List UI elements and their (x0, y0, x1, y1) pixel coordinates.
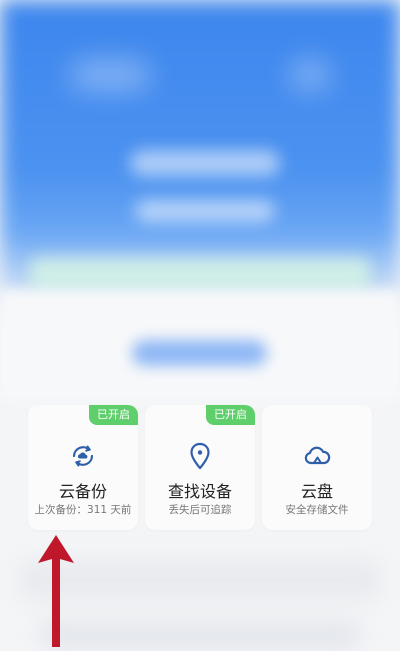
blurred-header-text (130, 150, 280, 176)
blurred-primary-button (132, 340, 267, 366)
find-device-card[interactable]: 已开启 查找设备 丢失后可追踪 (145, 405, 255, 530)
blurred-status-bar (30, 258, 370, 294)
card-subtitle: 安全存储文件 (285, 504, 349, 516)
cloud-sync-icon (68, 441, 98, 471)
cloud-drive-card[interactable]: 云盘 安全存储文件 (262, 405, 372, 530)
card-subtitle: 上次备份：311 天前 (34, 504, 132, 516)
card-title: 查找设备 (167, 482, 232, 501)
cloud-icon (302, 441, 332, 471)
enabled-badge: 已开启 (89, 405, 138, 425)
blurred-list-item (40, 620, 360, 650)
card-title: 云盘 (300, 482, 333, 501)
red-arrow-icon (28, 533, 84, 647)
enabled-badge: 已开启 (206, 405, 255, 425)
blurred-header-element (290, 60, 330, 90)
card-title: 云备份 (58, 482, 107, 501)
blurred-header-element (70, 60, 150, 90)
card-subtitle: 丢失后可追踪 (168, 504, 232, 516)
location-pin-icon (185, 441, 215, 471)
blurred-header-text (135, 200, 275, 222)
cloud-backup-card[interactable]: 已开启 云备份 上次备份：311 天前 (28, 405, 138, 530)
